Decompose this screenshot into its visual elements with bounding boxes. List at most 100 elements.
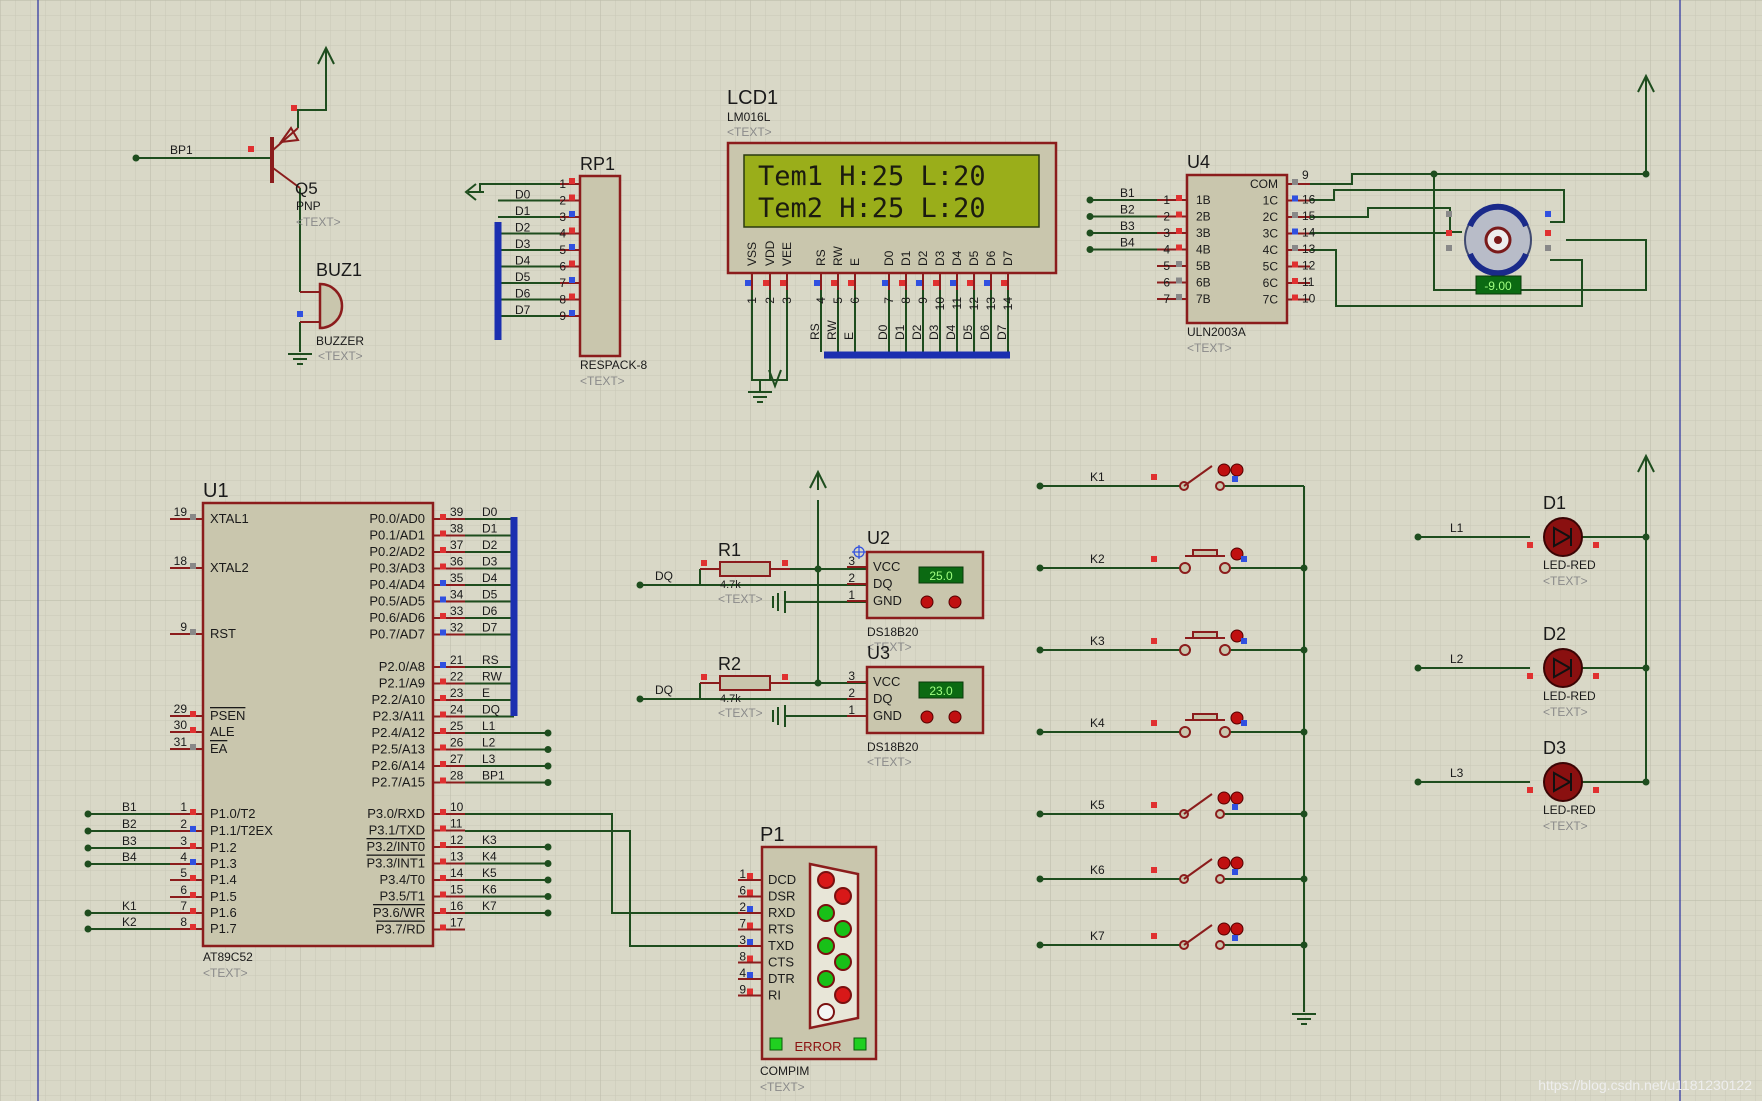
label: 9 (739, 983, 746, 997)
label: P2.7/A15 (372, 775, 426, 790)
label: CTS (768, 955, 794, 970)
button-contact (1179, 644, 1191, 656)
label: BUZZER (316, 334, 364, 348)
pin-marker (763, 280, 769, 286)
label: RS (814, 249, 828, 266)
pin-marker (440, 761, 446, 767)
label: D2 (515, 221, 531, 235)
switch-toggle-handle (1230, 791, 1244, 805)
label: GND (873, 708, 902, 723)
label: 13 (450, 850, 464, 864)
label: R1 (718, 540, 741, 560)
sensor-readout: 25.0 (929, 569, 953, 583)
label: 4 (814, 297, 828, 304)
label: XTAL1 (210, 511, 249, 526)
label: COMPIM (760, 1064, 809, 1078)
label: 2B (1196, 210, 1211, 224)
pin-marker (1446, 230, 1452, 236)
label: 2 (1163, 210, 1170, 224)
watermark: https://blog.csdn.net/u1181230122 (1538, 1077, 1752, 1093)
label: P0.7/AD7 (369, 627, 425, 642)
label: D7 (995, 324, 1009, 340)
wire-junction (636, 581, 644, 589)
label: BP1 (170, 143, 193, 157)
pin-marker (190, 859, 196, 865)
pin-marker (1292, 212, 1298, 218)
label: 14 (450, 866, 464, 880)
text-placeholder: <TEXT> (760, 1080, 805, 1094)
pin-marker (1151, 802, 1157, 808)
label: 3C (1263, 227, 1279, 241)
switch-toggle-handle (1230, 856, 1244, 870)
pin-marker (1001, 280, 1007, 286)
pin-marker (440, 924, 446, 931)
label: D1 (1543, 493, 1566, 513)
switch-contact (1215, 481, 1225, 491)
label: P1.6 (210, 905, 237, 920)
serial-status-error: ERROR (795, 1039, 842, 1054)
label: D7 (515, 303, 531, 317)
label: D3 (482, 555, 498, 569)
label: P1.7 (210, 921, 237, 936)
text-placeholder: <TEXT> (727, 125, 772, 139)
sensor-decrement-button (920, 595, 934, 609)
label: P1.1/T2EX (210, 823, 273, 838)
label: P1 (760, 824, 784, 846)
label: LM016L (727, 110, 771, 124)
label: D6 (978, 324, 992, 340)
label: 12 (967, 297, 981, 311)
label: 9 (916, 297, 930, 304)
pin-marker (248, 146, 254, 152)
label: 6 (180, 883, 187, 897)
label: P3.2/INT0 (366, 839, 425, 854)
pin-marker (1176, 277, 1182, 284)
pin-marker (950, 280, 956, 286)
label: RS (482, 653, 499, 667)
pin-marker (747, 972, 753, 978)
label: EA (210, 741, 228, 756)
text-placeholder: <TEXT> (318, 349, 363, 363)
text-placeholder: <TEXT> (718, 592, 763, 606)
label: DTR (768, 971, 795, 986)
pin-marker (747, 939, 753, 945)
label: VDD (763, 240, 777, 266)
pin-marker (882, 280, 888, 286)
pin-marker (1292, 228, 1298, 235)
pin-marker (569, 310, 575, 316)
text-placeholder: <TEXT> (1543, 819, 1588, 833)
pin-marker (440, 908, 446, 914)
switch-toggle-handle (1217, 791, 1231, 805)
label: 2 (763, 297, 777, 304)
label: U3 (867, 643, 890, 663)
pin-marker (440, 875, 446, 881)
label: 15 (450, 883, 464, 897)
pin-marker (1232, 476, 1238, 482)
label: XTAL2 (210, 560, 249, 575)
label: E (848, 258, 862, 266)
label: 6 (559, 260, 566, 274)
switch-toggle-handle (1230, 463, 1244, 477)
wire-junction (84, 925, 92, 933)
label: 6 (739, 884, 746, 898)
pin-marker (1176, 211, 1182, 218)
pin-marker (1527, 673, 1533, 679)
button-cap (1192, 549, 1218, 557)
pin-marker (916, 280, 922, 286)
button-contact (1219, 562, 1231, 574)
label: D4 (515, 254, 531, 268)
label: 1 (848, 703, 855, 717)
label: RW (825, 320, 839, 340)
label: AT89C52 (203, 950, 253, 964)
label: 3 (848, 554, 855, 568)
label: 1 (559, 177, 566, 191)
wire-junction (132, 154, 140, 162)
label: D3 (1543, 738, 1566, 758)
label: 7 (739, 917, 746, 931)
wire-junction (1036, 564, 1044, 572)
label: GND (873, 593, 902, 608)
label: D0 (882, 250, 896, 266)
label: 17 (450, 916, 464, 930)
sensor-readout: 23.0 (929, 684, 953, 698)
label: P2.4/A12 (372, 725, 426, 740)
wire-junction (84, 860, 92, 868)
